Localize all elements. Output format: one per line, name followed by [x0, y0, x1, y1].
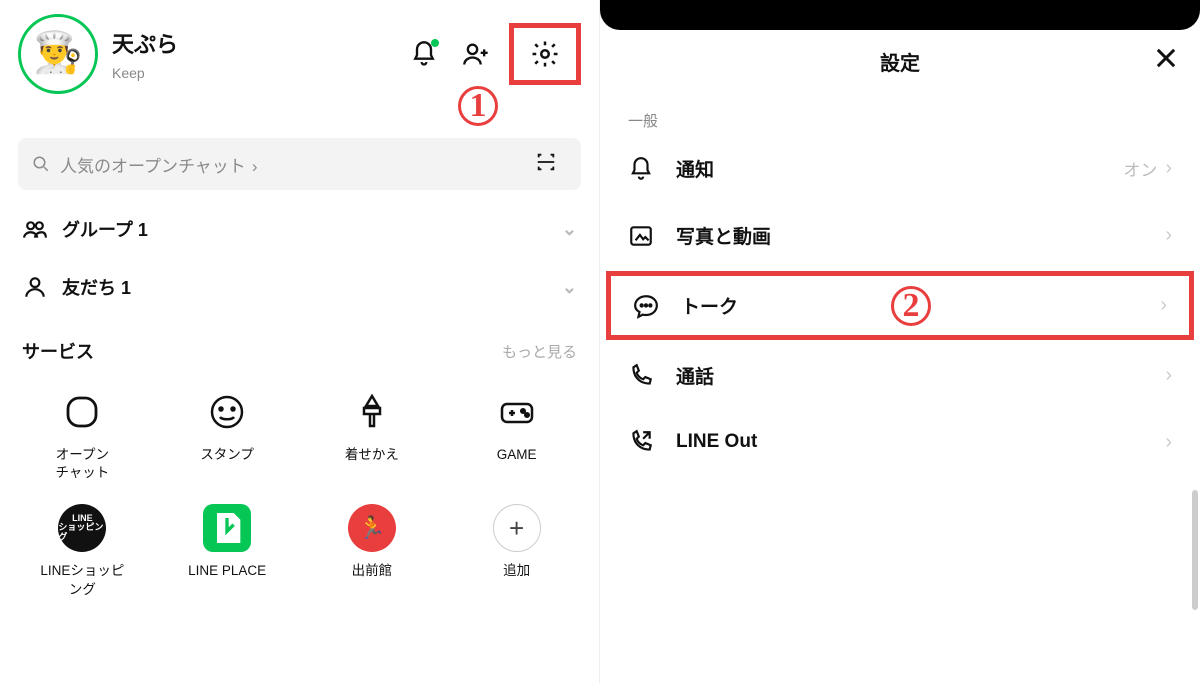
settings-item-lineout[interactable]: LINE Out ›: [600, 409, 1200, 475]
service-line-shopping[interactable]: LINE ショッピング LINEショッピ ング: [10, 496, 155, 606]
chevron-right-icon: ›: [1165, 431, 1172, 454]
chevron-down-icon: ⌄: [562, 277, 577, 298]
gamepad-icon: [493, 388, 541, 436]
home-pane: 👨‍🍳 天ぷら Keep 1 人気のオープンチャット›: [0, 0, 600, 683]
settings-title: 設定: [880, 47, 920, 76]
profile-keep-link[interactable]: Keep: [112, 65, 403, 81]
person-icon: [22, 274, 48, 300]
item-label: 通話: [676, 362, 1165, 389]
plus-icon: +: [493, 504, 541, 552]
see-more-link[interactable]: もっと見る: [502, 341, 577, 362]
settings-item-call[interactable]: 通話 ›: [600, 342, 1200, 409]
photo-icon: [628, 223, 654, 249]
line-shopping-icon: LINE ショッピング: [58, 504, 106, 552]
device-notch: [600, 0, 1200, 30]
demaekan-icon: 🏃: [348, 504, 396, 552]
add-friend-button[interactable]: [455, 33, 497, 75]
annotation-step-1: 1: [458, 86, 498, 126]
chef-avatar-emoji: 👨‍🍳: [33, 29, 83, 76]
qr-scan-button[interactable]: [535, 151, 567, 178]
service-stamp[interactable]: スタンプ: [155, 380, 300, 490]
service-label: LINE PLACE: [188, 562, 266, 580]
search-bar[interactable]: 人気のオープンチャット›: [18, 138, 581, 190]
service-add[interactable]: + 追加: [444, 496, 589, 606]
service-openchat[interactable]: オープン チャット: [10, 380, 155, 490]
chevron-right-icon: ›: [1165, 157, 1172, 180]
header-icons: [403, 23, 581, 85]
chevron-right-icon: ›: [252, 157, 258, 176]
service-theme[interactable]: 着せかえ: [300, 380, 445, 490]
services-section-header: サービス もっと見る: [0, 316, 599, 374]
scrollbar[interactable]: [1192, 490, 1198, 610]
gear-icon: [530, 39, 560, 69]
close-icon: [1152, 44, 1180, 72]
settings-item-media[interactable]: 写真と動画 ›: [600, 202, 1200, 269]
person-plus-icon: [462, 40, 490, 68]
service-label: GAME: [497, 446, 537, 464]
service-label: 追加: [503, 562, 530, 580]
profile-name: 天ぷら: [112, 27, 403, 59]
item-label: 写真と動画: [676, 222, 1165, 249]
brush-icon: [348, 388, 396, 436]
settings-button-highlight[interactable]: [509, 23, 581, 85]
annotation-step-2: 2: [891, 286, 931, 326]
item-label: 通知: [676, 155, 1123, 182]
general-section-label: 一般: [600, 92, 1200, 135]
chat-bubble-icon: [633, 293, 659, 319]
chevron-right-icon: ›: [1165, 364, 1172, 387]
service-label: オープン チャット: [55, 446, 109, 482]
groups-row[interactable]: グループ 1 ⌄: [0, 200, 599, 258]
groups-label: グループ 1: [62, 216, 148, 242]
avatar[interactable]: 👨‍🍳: [18, 14, 98, 94]
line-place-icon: [203, 504, 251, 552]
notification-dot-icon: [431, 39, 439, 47]
item-value: オン: [1123, 156, 1157, 181]
notification-bell-button[interactable]: [403, 33, 445, 75]
services-title: サービス: [22, 338, 94, 364]
phone-out-icon: [628, 429, 654, 455]
phone-icon: [628, 363, 654, 389]
bell-icon: [628, 156, 654, 182]
profile-name-block: 天ぷら Keep: [112, 27, 403, 81]
close-button[interactable]: [1152, 44, 1180, 78]
friends-row[interactable]: 友だち 1 ⌄: [0, 258, 599, 316]
service-label: スタンプ: [200, 446, 254, 464]
settings-item-notification[interactable]: 通知 オン ›: [600, 135, 1200, 202]
search-placeholder: 人気のオープンチャット›: [60, 152, 535, 177]
chevron-right-icon: ›: [1160, 294, 1167, 317]
search-icon: [32, 155, 50, 173]
service-label: 出前館: [352, 562, 393, 580]
service-line-place[interactable]: LINE PLACE: [155, 496, 300, 606]
settings-pane: 設定 一般 通知 オン › 写真と動画 › トーク › 2 通話 › LINE …: [600, 0, 1200, 683]
services-grid: オープン チャット スタンプ 着せかえ GAME LINE ショッ: [0, 374, 599, 607]
chevron-right-icon: ›: [1165, 224, 1172, 247]
service-game[interactable]: GAME: [444, 380, 589, 490]
profile-header: 👨‍🍳 天ぷら Keep: [0, 0, 599, 102]
service-label: 着せかえ: [345, 446, 399, 464]
service-label: LINEショッピ ング: [40, 562, 124, 598]
friends-label: 友だち 1: [62, 274, 131, 300]
group-icon: [22, 216, 48, 242]
smile-icon: [203, 388, 251, 436]
settings-item-talk-highlight[interactable]: トーク › 2: [606, 271, 1194, 340]
scan-icon: [535, 151, 557, 173]
settings-header: 設定: [600, 30, 1200, 92]
item-label: LINE Out: [676, 431, 1165, 453]
openchat-icon: [58, 388, 106, 436]
chevron-down-icon: ⌄: [562, 219, 577, 240]
service-demaekan[interactable]: 🏃 出前館: [300, 496, 445, 606]
